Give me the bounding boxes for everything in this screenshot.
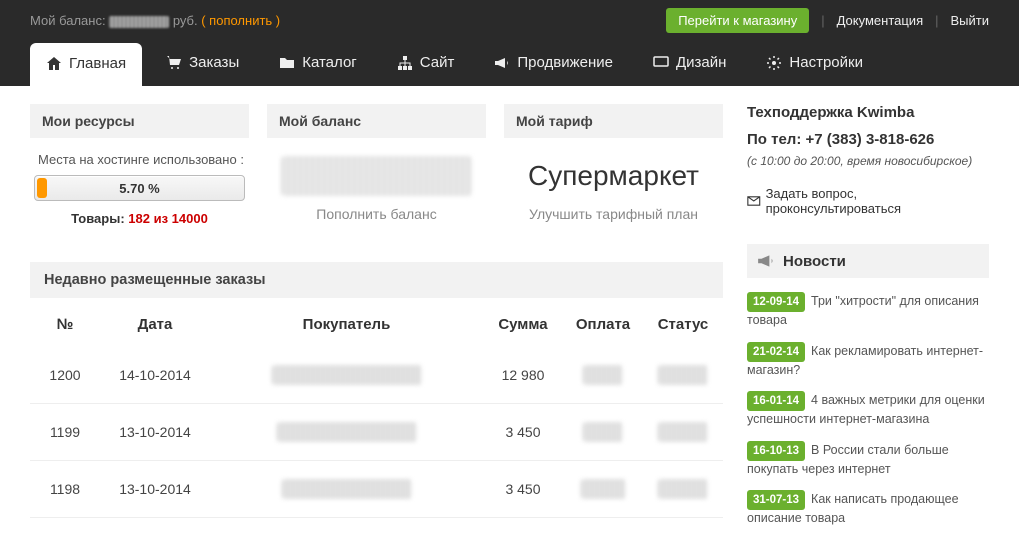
col-sum: Сумма [483, 302, 563, 347]
nav-label: Главная [69, 55, 126, 72]
nav-promo[interactable]: Продвижение [478, 41, 629, 86]
balance-display: Мой баланс: руб. ( пополнить ) [30, 13, 280, 28]
col-payment: Оплата [563, 302, 643, 347]
buyer-blurred [272, 365, 422, 385]
improve-tariff-link[interactable]: Улучшить тарифный план [508, 206, 719, 222]
bullhorn-icon [494, 55, 510, 71]
status-blurred [658, 479, 708, 499]
news-date: 31-07-13 [747, 490, 805, 510]
nav-orders[interactable]: Заказы [150, 41, 255, 86]
gears-icon [766, 55, 782, 71]
col-number: № [30, 302, 100, 347]
topup-balance-link[interactable]: Пополнить баланс [271, 206, 482, 222]
main-nav: Главная Заказы Каталог Сайт Продвижение … [0, 41, 1019, 86]
news-date: 16-10-13 [747, 441, 805, 461]
topup-link[interactable]: ( пополнить ) [201, 13, 280, 28]
payment-blurred [581, 479, 626, 499]
home-icon [46, 56, 62, 72]
tariff-name: Супермаркет [508, 160, 719, 192]
nav-label: Настройки [789, 54, 863, 71]
balance-card: Мой баланс Пополнить баланс [267, 104, 486, 240]
col-status: Статус [643, 302, 723, 347]
news-item[interactable]: 16-01-144 важных метрики для оценки успе… [747, 391, 989, 429]
nav-settings[interactable]: Настройки [750, 41, 879, 86]
folder-icon [279, 55, 295, 71]
news-item[interactable]: 12-09-14Три "хитрости" для описания това… [747, 292, 989, 330]
bullhorn-icon [757, 252, 775, 270]
balance-suffix: руб. [173, 13, 198, 28]
hosting-label: Места на хостинге использовано : [34, 152, 245, 167]
news-item[interactable]: 21-02-14Как рекламировать интернет-магаз… [747, 342, 989, 380]
desktop-icon [653, 55, 669, 71]
hosting-progress: 5.70 % [34, 175, 245, 201]
col-date: Дата [100, 302, 210, 347]
ask-question-link[interactable]: Задать вопрос, проконсультироваться [747, 186, 989, 216]
balance-value-blurred [281, 156, 472, 196]
tariff-card: Мой тариф Супермаркет Улучшить тарифный … [504, 104, 723, 240]
resources-card: Мои ресурсы Места на хостинге использова… [30, 104, 249, 240]
table-row[interactable]: 1198 13-10-2014 3 450 [30, 461, 723, 518]
cart-icon [166, 55, 182, 71]
news-item[interactable]: 16-10-13В России стали больше покупать ч… [747, 441, 989, 479]
orders-table: № Дата Покупатель Сумма Оплата Статус 12… [30, 302, 723, 518]
news-title: Новости [783, 253, 846, 270]
envelope-icon [747, 194, 761, 208]
go-to-store-button[interactable]: Перейти к магазину [666, 8, 809, 33]
balance-label: Мой баланс: [30, 13, 106, 28]
buyer-blurred [282, 479, 412, 499]
nav-catalog[interactable]: Каталог [263, 41, 373, 86]
status-blurred [658, 422, 708, 442]
tariff-title: Мой тариф [504, 104, 723, 138]
nav-label: Каталог [302, 54, 357, 71]
support-hours: (с 10:00 до 20:00, время новосибирское) [747, 154, 989, 168]
support-phone: По тел: +7 (383) 3-818-626 [747, 131, 989, 148]
news-header: Новости [747, 244, 989, 278]
nav-site[interactable]: Сайт [381, 41, 471, 86]
recent-orders-title: Недавно размещенные заказы [30, 262, 723, 298]
news-date: 12-09-14 [747, 292, 805, 312]
balance-title: Мой баланс [267, 104, 486, 138]
status-blurred [658, 365, 708, 385]
support-title: Техподдержка Kwimba [747, 104, 989, 121]
balance-value-blurred [109, 16, 169, 28]
col-buyer: Покупатель [210, 302, 483, 347]
goods-line: Товары: 182 из 14000 [34, 211, 245, 226]
payment-blurred [583, 422, 623, 442]
table-row[interactable]: 1200 14-10-2014 12 980 [30, 347, 723, 404]
progress-percent: 5.70 % [35, 176, 244, 202]
news-date: 21-02-14 [747, 342, 805, 362]
news-item[interactable]: 31-07-13Как написать продающее описание … [747, 490, 989, 528]
nav-label: Дизайн [676, 54, 726, 71]
documentation-link[interactable]: Документация [837, 13, 924, 28]
nav-label: Заказы [189, 54, 239, 71]
nav-design[interactable]: Дизайн [637, 41, 742, 86]
payment-blurred [583, 365, 623, 385]
topbar: Мой баланс: руб. ( пополнить ) Перейти к… [0, 0, 1019, 41]
nav-label: Сайт [420, 54, 455, 71]
buyer-blurred [277, 422, 417, 442]
table-row[interactable]: 1199 13-10-2014 3 450 [30, 404, 723, 461]
nav-main[interactable]: Главная [30, 43, 142, 86]
news-date: 16-01-14 [747, 391, 805, 411]
sitemap-icon [397, 55, 413, 71]
nav-label: Продвижение [517, 54, 613, 71]
resources-title: Мои ресурсы [30, 104, 249, 138]
logout-link[interactable]: Выйти [951, 13, 990, 28]
